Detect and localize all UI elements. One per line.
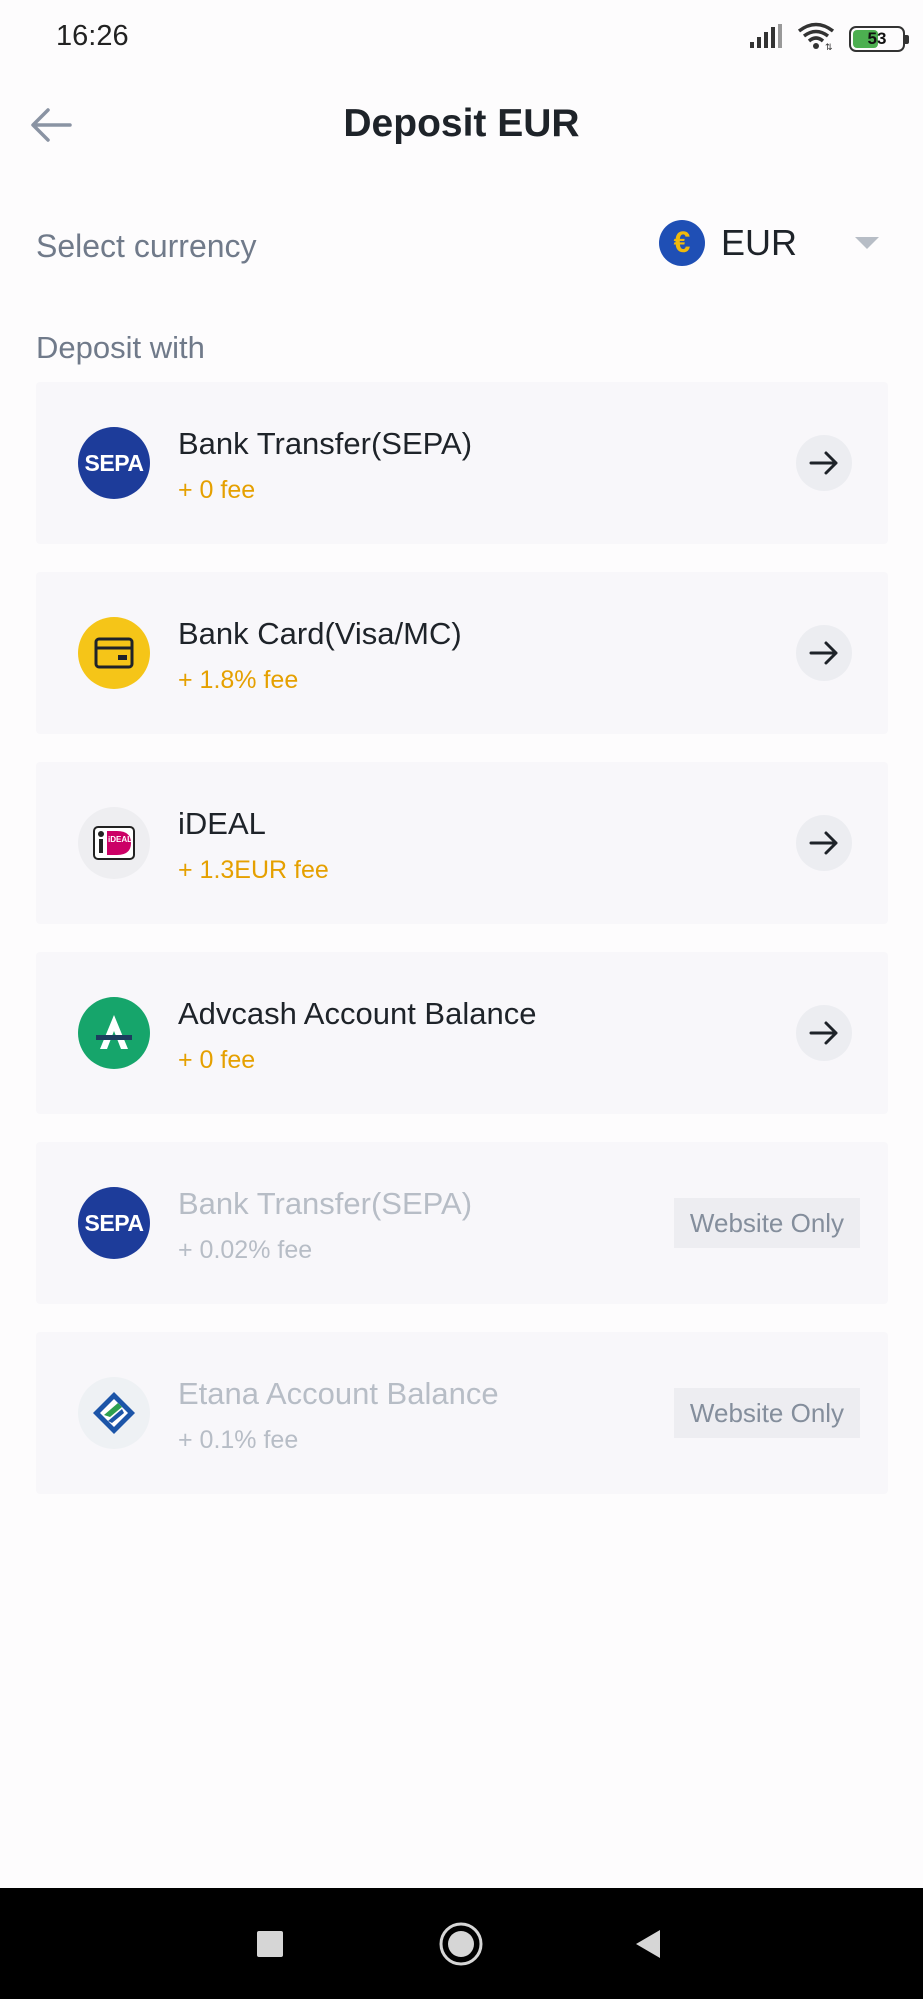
selected-currency: EUR [720,222,797,263]
advcash-icon [78,997,150,1069]
arrow-right-button[interactable] [796,435,852,491]
battery-icon: 53 [849,25,909,52]
arrow-right-icon [809,831,838,855]
method-name: Etana Account Balance [178,1376,499,1411]
method-bank-card[interactable]: Bank Card(Visa/MC) + 1.8% fee [36,572,888,734]
method-advcash[interactable]: Advcash Account Balance + 0 fee [36,952,888,1114]
wifi-icon: ⇅ [797,22,835,55]
back-triangle-icon [636,1930,660,1958]
sepa-icon-text: SEPA [84,449,144,476]
ideal-icon-text: iDEAL [108,835,132,844]
home-circle-icon [439,1922,483,1966]
method-fee: + 0.02% fee [178,1236,313,1264]
back-system-button[interactable] [620,1916,676,1972]
deposit-with-label: Deposit with [36,330,205,365]
method-ideal[interactable]: iDEAL iDEAL + 1.3EUR fee [36,762,888,924]
arrow-right-button[interactable] [796,815,852,871]
arrow-right-button[interactable] [796,1005,852,1061]
method-etana: Etana Account Balance + 0.1% fee Website… [36,1332,888,1494]
select-currency-label: Select currency [36,228,257,264]
status-bar: 16:26 ⇅ 53 [0,0,923,76]
arrow-right-icon [809,451,838,475]
header: Deposit EUR [0,76,923,172]
method-name: Bank Card(Visa/MC) [178,616,462,651]
method-fee: + 0.1% fee [178,1426,299,1454]
euro-coin-icon: € [658,220,705,266]
website-only-badge: Website Only [674,1388,860,1438]
method-fee: + 0 fee [178,476,256,504]
battery-cap [905,34,909,44]
arrow-right-icon [809,1021,838,1045]
method-name: Bank Transfer(SEPA) [178,1186,473,1221]
page-title: Deposit EUR [343,102,580,145]
arrow-right-icon [809,641,838,665]
arrow-right-button[interactable] [796,625,852,681]
recent-apps-button[interactable] [242,1916,298,1972]
svg-text:⇅: ⇅ [825,43,833,50]
bank-card-icon [78,617,150,689]
etana-icon [78,1377,150,1449]
signal-icon [749,24,783,53]
method-fee: + 0 fee [178,1046,256,1074]
method-fee: + 1.8% fee [178,666,299,694]
method-name: Bank Transfer(SEPA) [178,426,473,461]
recent-apps-square-icon [257,1931,283,1957]
currency-dropdown[interactable]: € EUR [658,220,887,266]
method-bank-transfer-sepa[interactable]: SEPA Bank Transfer(SEPA) + 0 fee [36,382,888,544]
status-time: 16:26 [56,20,129,52]
website-only-badge: Website Only [674,1198,860,1248]
deposit-methods-list: SEPA Bank Transfer(SEPA) + 0 fee Bank Ca… [36,382,888,1522]
home-button[interactable] [433,1916,489,1972]
sepa-icon-text: SEPA [84,1209,144,1236]
system-nav-bar [0,1888,923,1999]
currency-row: Select currency € EUR [36,212,887,280]
sepa-icon: SEPA [78,1187,150,1259]
caret-down-icon [855,237,879,249]
method-name: Advcash Account Balance [178,996,537,1031]
sepa-icon: SEPA [78,427,150,499]
method-bank-transfer-sepa-website: SEPA Bank Transfer(SEPA) + 0.02% fee Web… [36,1142,888,1304]
ideal-icon: iDEAL [78,807,150,879]
method-name: iDEAL [178,806,266,841]
status-icons: ⇅ 53 [749,22,909,55]
battery-level-text: 53 [867,28,887,48]
method-fee: + 1.3EUR fee [178,856,329,884]
